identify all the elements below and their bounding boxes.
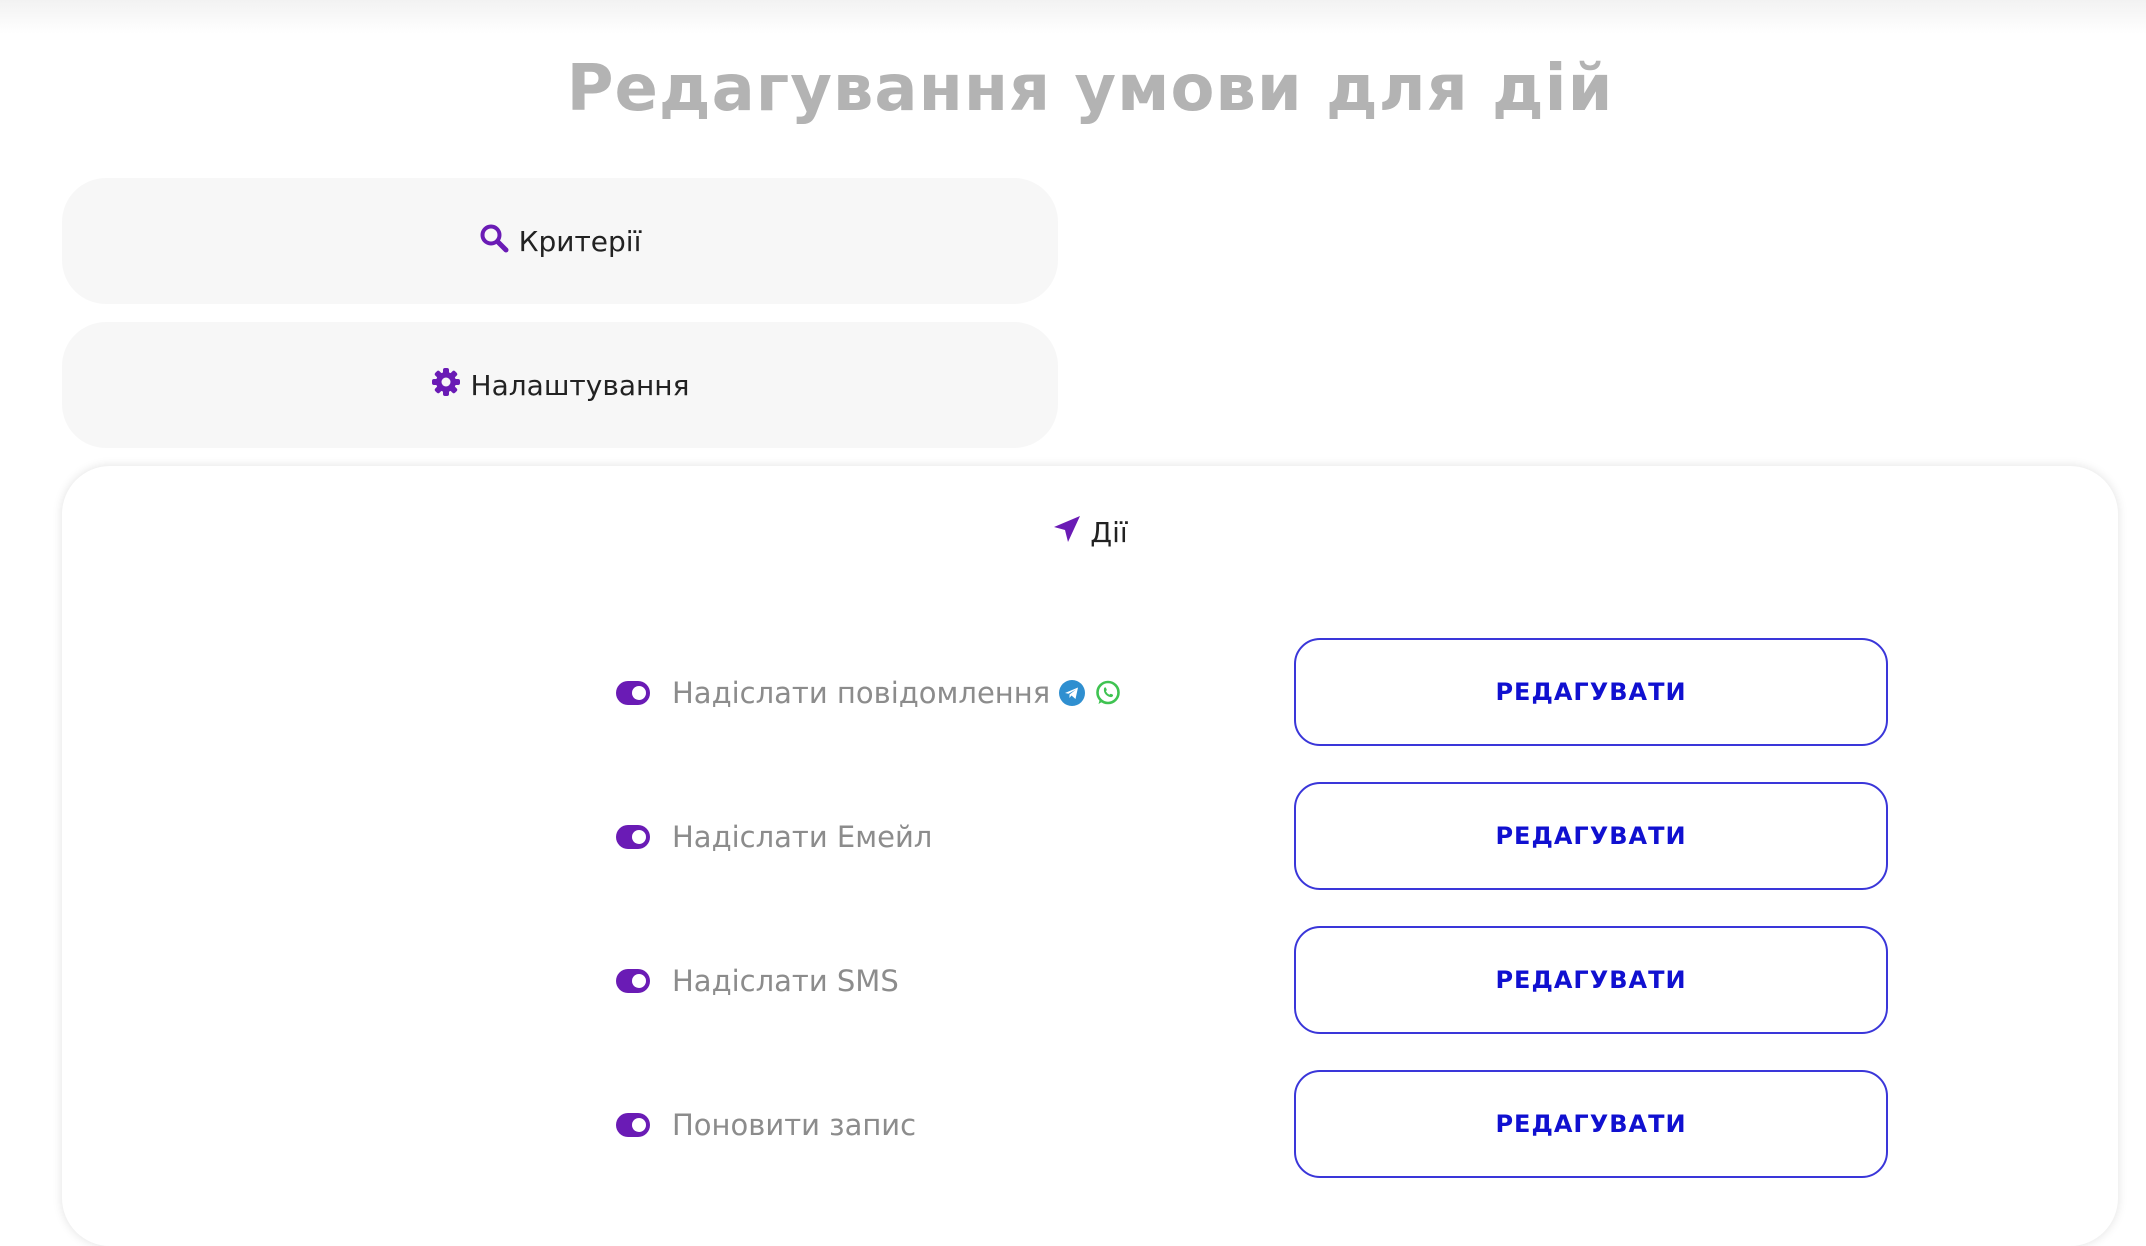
gear-icon — [431, 367, 461, 404]
action-toggle[interactable] — [616, 825, 650, 849]
criteria-label: Критерії — [518, 224, 642, 258]
edit-button[interactable]: РЕДАГУВАТИ — [1294, 1070, 1888, 1178]
action-toggle[interactable] — [616, 1113, 650, 1137]
action-label: Надіслати SMS — [672, 964, 899, 998]
edit-button[interactable]: РЕДАГУВАТИ — [1294, 926, 1888, 1034]
actions-header-label: Дії — [1090, 516, 1128, 549]
edit-button[interactable]: РЕДАГУВАТИ — [1294, 782, 1888, 890]
telegram-icon — [1058, 679, 1086, 707]
page-title: Редагування умови для дій — [566, 52, 1614, 126]
actions-panel-header[interactable]: Дії — [62, 514, 2118, 551]
top-bar-shadow — [0, 0, 2146, 34]
action-row: Надіслати повідомлення РЕДАГУВАТИ — [62, 638, 2118, 748]
action-toggle[interactable] — [616, 969, 650, 993]
action-label: Надіслати повідомлення — [672, 676, 1051, 710]
actions-panel: Дії Надіслати повідомлення РЕДАГУВАТИ На… — [62, 466, 2118, 1246]
paper-plane-icon — [1052, 514, 1082, 551]
action-label: Поновити запис — [672, 1108, 917, 1142]
action-toggle[interactable] — [616, 681, 650, 705]
search-icon — [479, 223, 509, 260]
criteria-accordion[interactable]: Критерії — [62, 178, 1058, 304]
action-row: Поновити запис РЕДАГУВАТИ — [62, 1070, 2118, 1180]
action-row: Надіслати Емейл РЕДАГУВАТИ — [62, 782, 2118, 892]
whatsapp-icon — [1094, 679, 1122, 707]
action-row: Надіслати SMS РЕДАГУВАТИ — [62, 926, 2118, 1036]
edit-button[interactable]: РЕДАГУВАТИ — [1294, 638, 1888, 746]
settings-accordion[interactable]: Налаштування — [62, 322, 1058, 448]
settings-label: Налаштування — [470, 368, 690, 402]
action-label: Надіслати Емейл — [672, 820, 933, 854]
